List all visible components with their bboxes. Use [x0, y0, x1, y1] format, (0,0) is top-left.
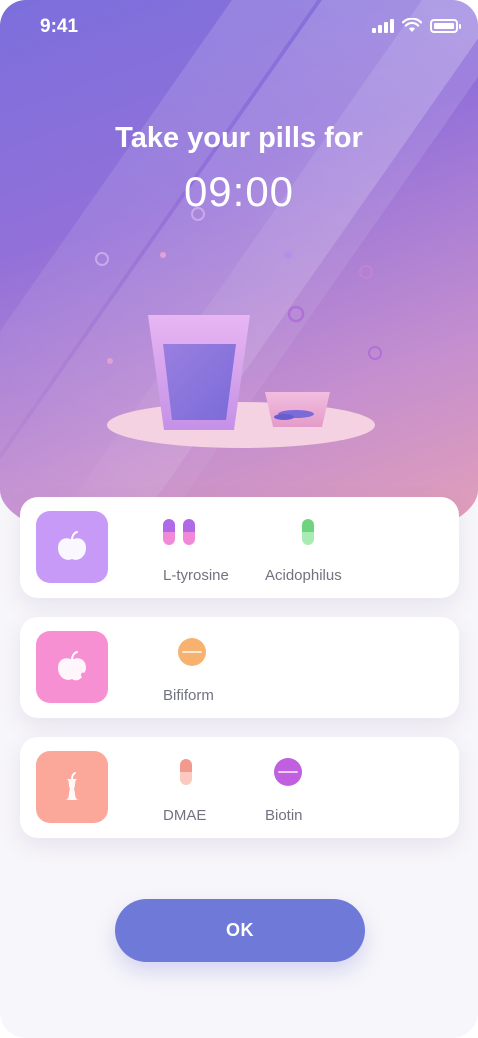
meal-tile — [36, 751, 108, 823]
battery-icon — [430, 18, 461, 33]
capsule-icon — [163, 519, 175, 545]
wifi-icon — [402, 18, 422, 32]
apple-core-icon — [66, 772, 78, 800]
pill-name: Bifiform — [163, 687, 214, 704]
status-bar: 9:41 — [0, 0, 478, 56]
pill-name: Biotin — [265, 807, 303, 824]
page-title: Take your pills for — [115, 122, 363, 154]
tablet-icon — [274, 758, 302, 786]
cellular-signal-icon — [372, 18, 394, 33]
capsule-icon — [183, 519, 195, 545]
pill-group-card[interactable]: Bifiform — [20, 617, 459, 718]
glass-and-pills-illustration — [95, 207, 382, 448]
capsule-icon — [302, 519, 314, 545]
apple-icon — [58, 531, 86, 560]
water-glass-icon — [148, 315, 250, 430]
hero-header: 9:41 Take your pills for 09:00 — [0, 0, 478, 560]
pill-name: Acidophilus — [265, 567, 342, 584]
ok-button[interactable]: OK — [115, 899, 365, 962]
status-icons — [372, 18, 461, 33]
app-screen: 9:41 Take your pills for 09:00 L-tyrosin… — [0, 0, 478, 1038]
pill-bowl-icon — [265, 392, 330, 427]
meal-tile — [36, 511, 108, 583]
pill-group-card[interactable]: DMAE Biotin — [20, 737, 459, 838]
meal-tile — [36, 631, 108, 703]
tablet-icon — [178, 638, 206, 666]
pill-item[interactable]: Biotin — [265, 757, 385, 824]
pill-item[interactable]: Bifiform — [163, 637, 283, 704]
pill-item[interactable]: Acidophilus — [265, 517, 385, 584]
capsule-icon — [180, 759, 192, 785]
bitten-apple-icon — [58, 651, 86, 681]
pill-group-card[interactable]: L-tyrosine Acidophilus — [20, 497, 459, 598]
status-time: 9:41 — [40, 16, 79, 37]
